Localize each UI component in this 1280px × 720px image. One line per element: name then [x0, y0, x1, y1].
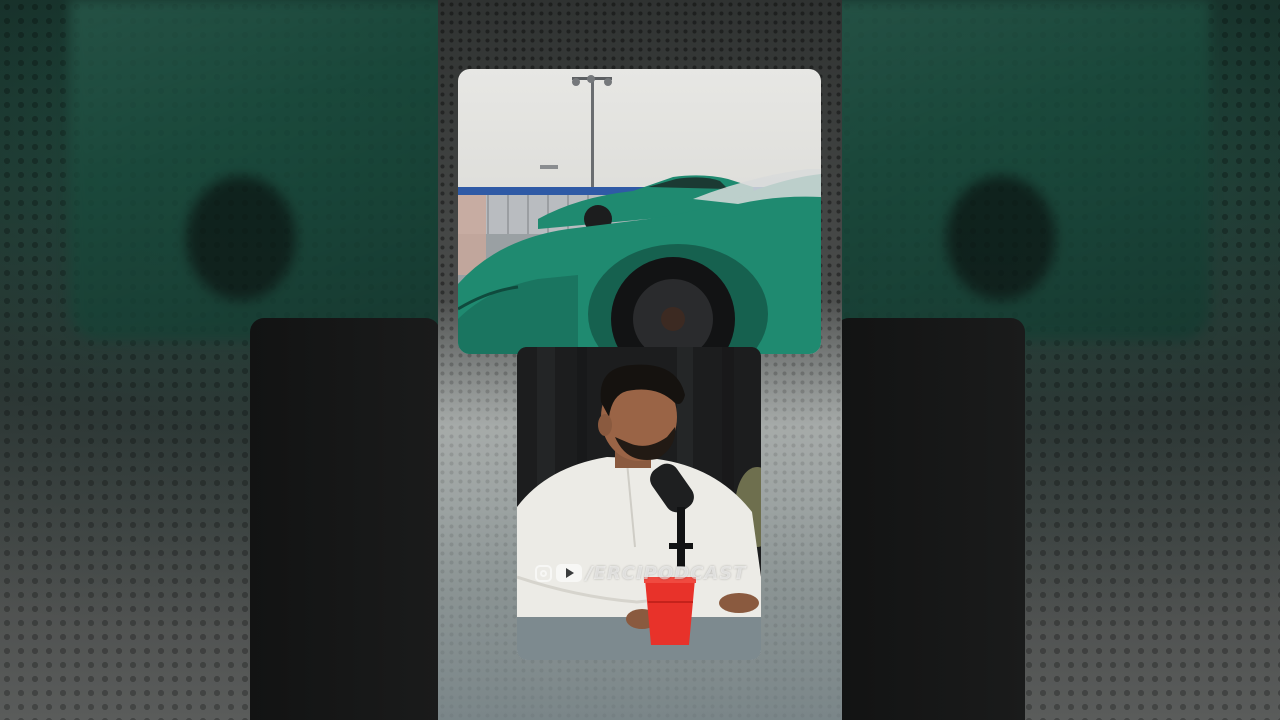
- blurred-panel-right: [835, 318, 1025, 720]
- blurred-panel-left: [250, 318, 440, 720]
- instagram-icon: [535, 564, 552, 582]
- channel-watermark: /ERCIPODCAST: [535, 561, 746, 585]
- podcast-clip: [517, 347, 761, 660]
- lamp-right: [604, 78, 612, 86]
- host-ear: [598, 414, 612, 436]
- blurred-car-left: [70, 0, 450, 340]
- lamp-center: [587, 75, 595, 83]
- car-scene-illustration: [458, 75, 821, 354]
- distant-sign: [540, 165, 558, 169]
- near-car-brake: [661, 307, 685, 331]
- watermark-handle: /ERCIPODCAST: [586, 562, 747, 584]
- red-cup: [645, 579, 695, 645]
- light-pole: [591, 81, 594, 201]
- youtube-icon: [556, 564, 582, 582]
- blurred-car-right: [830, 0, 1210, 340]
- car-clip: [458, 69, 821, 354]
- lamp-left: [572, 78, 580, 86]
- podcast-scene-illustration: [517, 347, 761, 660]
- host-hand-right: [719, 593, 759, 613]
- video-frame: /ERCIPODCAST: [0, 0, 1280, 720]
